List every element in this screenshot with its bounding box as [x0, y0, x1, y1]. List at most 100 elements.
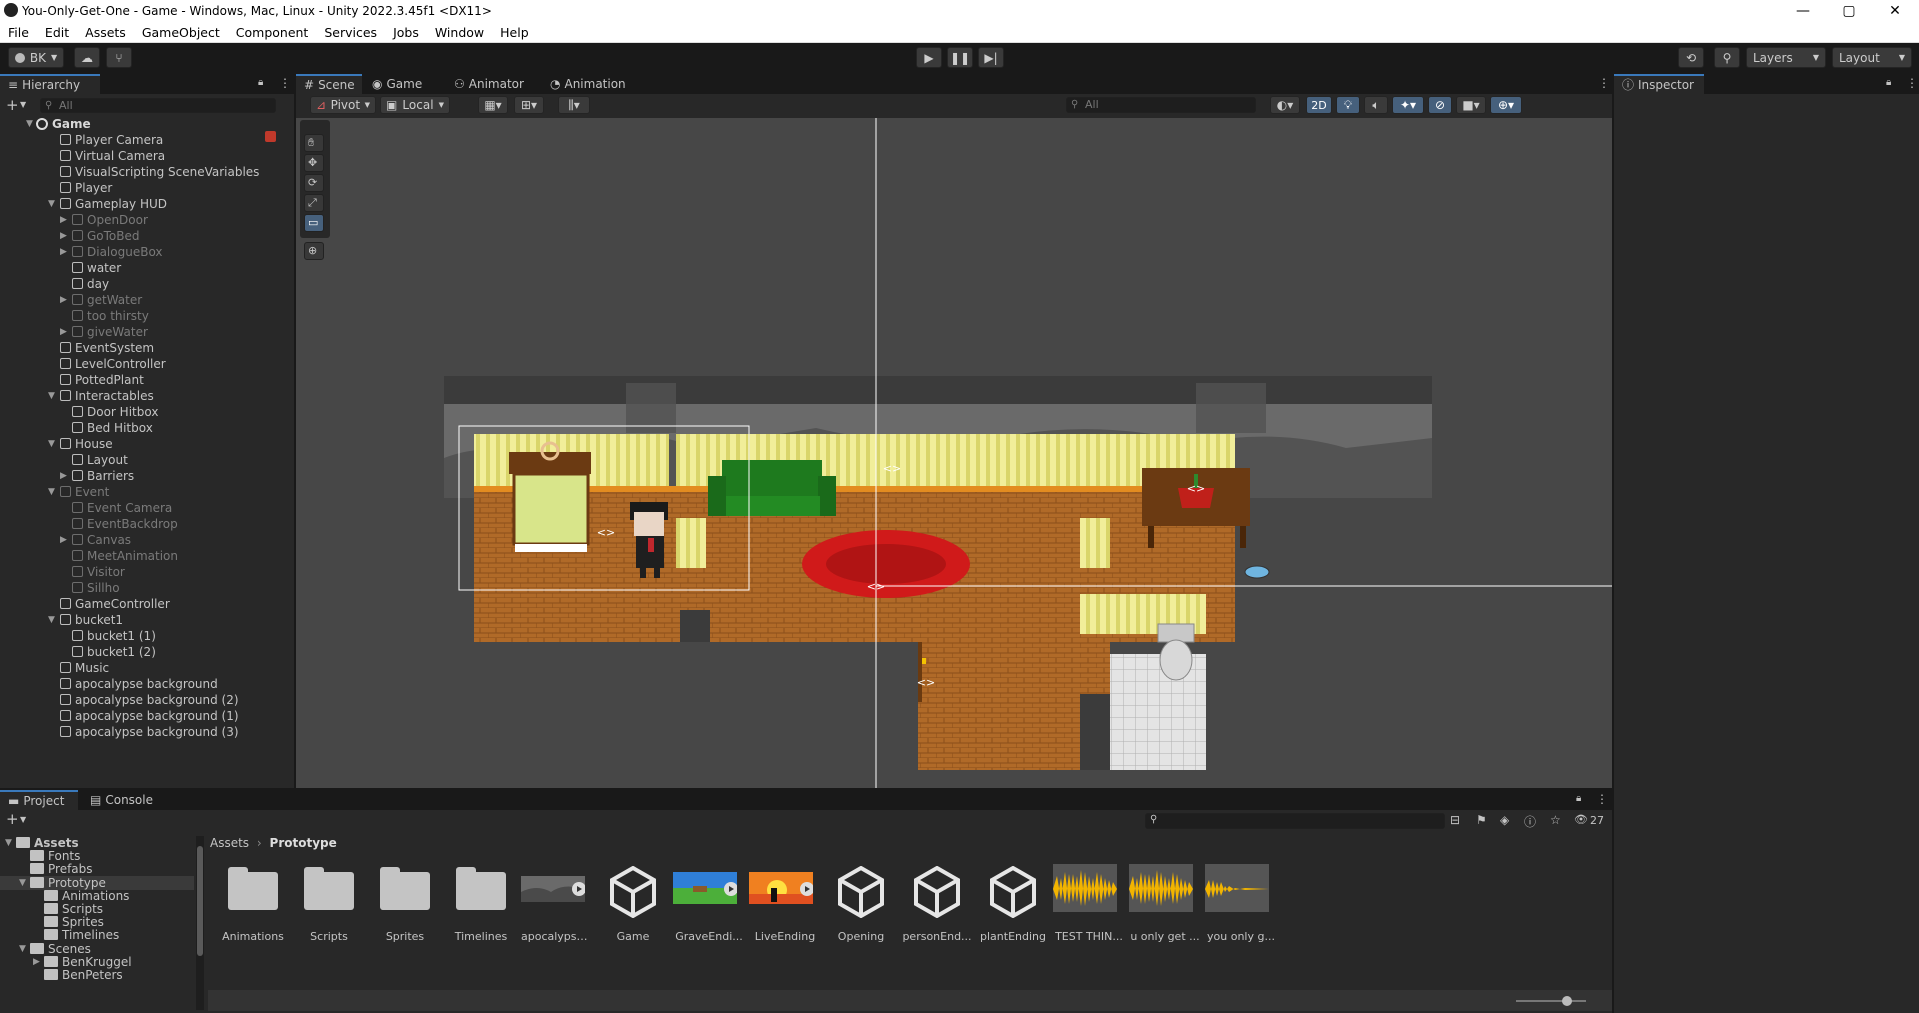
hierarchy-item[interactable]: apocalypse background: [60, 676, 218, 692]
add-icon[interactable]: +: [6, 810, 19, 828]
hierarchy-item[interactable]: Music: [60, 660, 109, 676]
align-button[interactable]: ⫼▾: [558, 96, 590, 114]
hierarchy-item[interactable]: apocalypse background (1): [60, 708, 239, 724]
collapsed-arrow-icon[interactable]: ▶: [60, 471, 67, 481]
scene-root-row[interactable]: Game: [36, 116, 91, 132]
kebab-menu-icon[interactable]: ⋮: [1598, 76, 1610, 90]
collapsed-arrow-icon[interactable]: ▶: [60, 535, 67, 545]
hidden-count-icon[interactable]: 👁︎: [1574, 813, 1588, 826]
hierarchy-item[interactable]: Event: [60, 484, 109, 500]
menu-jobs[interactable]: Jobs: [385, 25, 427, 40]
layers-dropdown[interactable]: Layers ▼: [1746, 47, 1826, 68]
hierarchy-item[interactable]: VisualScripting SceneVariables: [60, 164, 259, 180]
star-icon[interactable]: ☆: [1550, 813, 1561, 827]
tab-game[interactable]: ◉ Game: [364, 74, 430, 94]
tab-inspector[interactable]: ⓘ Inspector: [1614, 74, 1704, 94]
increment-snap-button[interactable]: ⊞▾: [514, 96, 544, 114]
hierarchy-item[interactable]: apocalypse background (3): [60, 724, 239, 740]
account-dropdown[interactable]: BK ▼: [8, 47, 64, 68]
effects-toggle[interactable]: ✦▾: [1392, 96, 1424, 114]
expanded-arrow-icon[interactable]: ▼: [48, 615, 55, 625]
breadcrumb-prototype[interactable]: Prototype: [270, 836, 337, 850]
expanded-arrow-icon[interactable]: ▼: [19, 878, 26, 888]
collapsed-arrow-icon[interactable]: ▶: [60, 327, 67, 337]
chevron-down-icon[interactable]: ▼: [20, 100, 26, 109]
local-dropdown[interactable]: ▣ Local ▼: [380, 96, 450, 114]
hierarchy-item[interactable]: Sillho: [72, 580, 120, 596]
tab-project[interactable]: ▬ Project: [0, 790, 78, 810]
hierarchy-item[interactable]: Layout: [72, 452, 128, 468]
hierarchy-item[interactable]: too thirsty: [72, 308, 149, 324]
hierarchy-item[interactable]: GameController: [60, 596, 170, 612]
hierarchy-item[interactable]: apocalypse background (2): [60, 692, 239, 708]
menu-assets[interactable]: Assets: [77, 25, 134, 40]
zoom-slider[interactable]: [1516, 996, 1586, 1006]
expanded-arrow-icon[interactable]: ▼: [48, 439, 55, 449]
menu-services[interactable]: Services: [316, 25, 385, 40]
tab-animator[interactable]: ⚇ Animator: [446, 74, 532, 94]
visibility-toggle[interactable]: ⊘: [1428, 96, 1452, 114]
hierarchy-item[interactable]: Event Camera: [72, 500, 172, 516]
scene-search-input[interactable]: ⚲ All: [1066, 97, 1256, 113]
folder-tree-item[interactable]: BenPeters: [44, 967, 123, 983]
hierarchy-item[interactable]: Virtual Camera: [60, 148, 165, 164]
history-button[interactable]: ⟲: [1678, 47, 1704, 68]
kebab-menu-icon[interactable]: ⋮: [1596, 792, 1608, 806]
shading-mode-button[interactable]: ◐▾: [1270, 96, 1300, 114]
menu-edit[interactable]: Edit: [37, 25, 77, 40]
expanded-arrow-icon[interactable]: ▼: [48, 487, 55, 497]
menu-gameobject[interactable]: GameObject: [134, 25, 228, 40]
hierarchy-item[interactable]: DialogueBox: [72, 244, 163, 260]
maximize-button[interactable]: ▢: [1826, 0, 1872, 22]
collapsed-arrow-icon[interactable]: ▶: [60, 231, 67, 241]
collapsed-arrow-icon[interactable]: ▶: [33, 957, 40, 967]
collapsed-arrow-icon[interactable]: ▶: [60, 247, 67, 257]
breadcrumb-assets[interactable]: Assets: [210, 836, 249, 850]
hierarchy-item[interactable]: Door Hitbox: [72, 404, 158, 420]
hierarchy-item[interactable]: bucket1 (1): [72, 628, 156, 644]
hierarchy-search-input[interactable]: ⚲ All: [40, 98, 276, 113]
tab-hierarchy[interactable]: ≡ Hierarchy: [0, 74, 100, 94]
hierarchy-item[interactable]: LevelController: [60, 356, 166, 372]
hierarchy-item[interactable]: Player: [60, 180, 112, 196]
expanded-arrow-icon[interactable]: ▼: [48, 391, 55, 401]
hierarchy-item[interactable]: PottedPlant: [60, 372, 144, 388]
lock-icon[interactable]: 🔒︎: [1886, 77, 1891, 88]
tab-animation[interactable]: ◔ Animation: [542, 74, 634, 94]
folder-tree-scrollbar[interactable]: [196, 836, 204, 1010]
menu-file[interactable]: File: [0, 25, 37, 40]
hierarchy-item[interactable]: EventBackdrop: [72, 516, 178, 532]
tab-scene[interactable]: # Scene: [296, 74, 362, 94]
expanded-arrow-icon[interactable]: ▼: [48, 199, 55, 209]
minimize-button[interactable]: —: [1780, 0, 1826, 22]
hierarchy-item[interactable]: House: [60, 436, 113, 452]
camera-settings-button[interactable]: ■▾: [1456, 96, 1486, 114]
hierarchy-item[interactable]: getWater: [72, 292, 142, 308]
collapsed-arrow-icon[interactable]: ▶: [60, 215, 67, 225]
hierarchy-item[interactable]: Barriers: [72, 468, 134, 484]
hierarchy-item[interactable]: Interactables: [60, 388, 154, 404]
menu-component[interactable]: Component: [228, 25, 317, 40]
audio-toggle[interactable]: 🔈︎: [1364, 96, 1388, 114]
expand-arrow-icon[interactable]: ▼: [26, 119, 33, 129]
collab-button[interactable]: ⑂: [106, 47, 132, 68]
menu-window[interactable]: Window: [427, 25, 492, 40]
hierarchy-item[interactable]: Gameplay HUD: [60, 196, 167, 212]
hierarchy-item[interactable]: OpenDoor: [72, 212, 148, 228]
hierarchy-item[interactable]: MeetAnimation: [72, 548, 178, 564]
hierarchy-item[interactable]: GoToBed: [72, 228, 140, 244]
pivot-dropdown[interactable]: ⊿ Pivot ▼: [310, 96, 376, 114]
pause-button[interactable]: ❚❚: [947, 47, 973, 68]
lock-icon[interactable]: 🔒︎: [1576, 793, 1581, 804]
step-button[interactable]: ▶|: [978, 47, 1004, 68]
layout-dropdown[interactable]: Layout ▼: [1832, 47, 1912, 68]
hierarchy-item[interactable]: water: [72, 260, 121, 276]
add-icon[interactable]: +: [6, 96, 19, 114]
scene-viewport[interactable]: ✋︎ ✥ ⟳ ⤢ ▭ ⊕ <> <> <> <> <>: [296, 118, 1612, 788]
kebab-menu-icon[interactable]: ⋮: [1906, 76, 1918, 90]
gizmos-button[interactable]: ⊕▾: [1490, 96, 1522, 114]
hierarchy-item[interactable]: bucket1: [60, 612, 123, 628]
project-search-input[interactable]: ⚲: [1145, 813, 1445, 829]
hierarchy-item[interactable]: EventSystem: [60, 340, 154, 356]
filter-by-label-icon[interactable]: ⚑: [1476, 813, 1487, 827]
